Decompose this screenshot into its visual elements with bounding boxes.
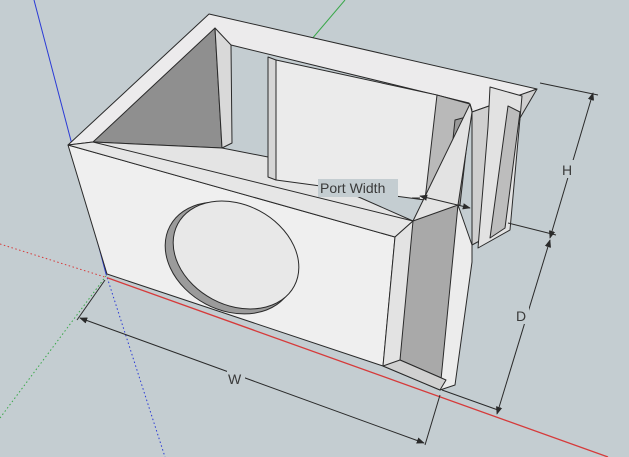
green-axis-hidden bbox=[0, 275, 107, 419]
subwoofer-box[interactable] bbox=[67, 13, 538, 391]
width-label[interactable]: W bbox=[228, 371, 242, 387]
height-label[interactable]: H bbox=[562, 162, 572, 178]
divider-panel bbox=[267, 56, 277, 181]
depth-label[interactable]: D bbox=[516, 308, 526, 324]
blue-axis-hidden bbox=[105, 273, 166, 457]
modeling-viewport[interactable]: Port Width H D W bbox=[0, 0, 629, 457]
w-extension-right bbox=[424, 394, 441, 446]
h-extension-bottom bbox=[507, 222, 557, 236]
scene-canvas[interactable]: Port Width H D W bbox=[0, 0, 629, 457]
red-axis-hidden bbox=[0, 243, 109, 279]
left-inner-wall bbox=[92, 27, 223, 149]
w-extension-left bbox=[76, 279, 106, 321]
h-extension-top bbox=[539, 82, 599, 96]
green-axis bbox=[310, 0, 346, 41]
port-width-label[interactable]: Port Width bbox=[320, 180, 385, 196]
d-dimension-line bbox=[496, 239, 551, 415]
